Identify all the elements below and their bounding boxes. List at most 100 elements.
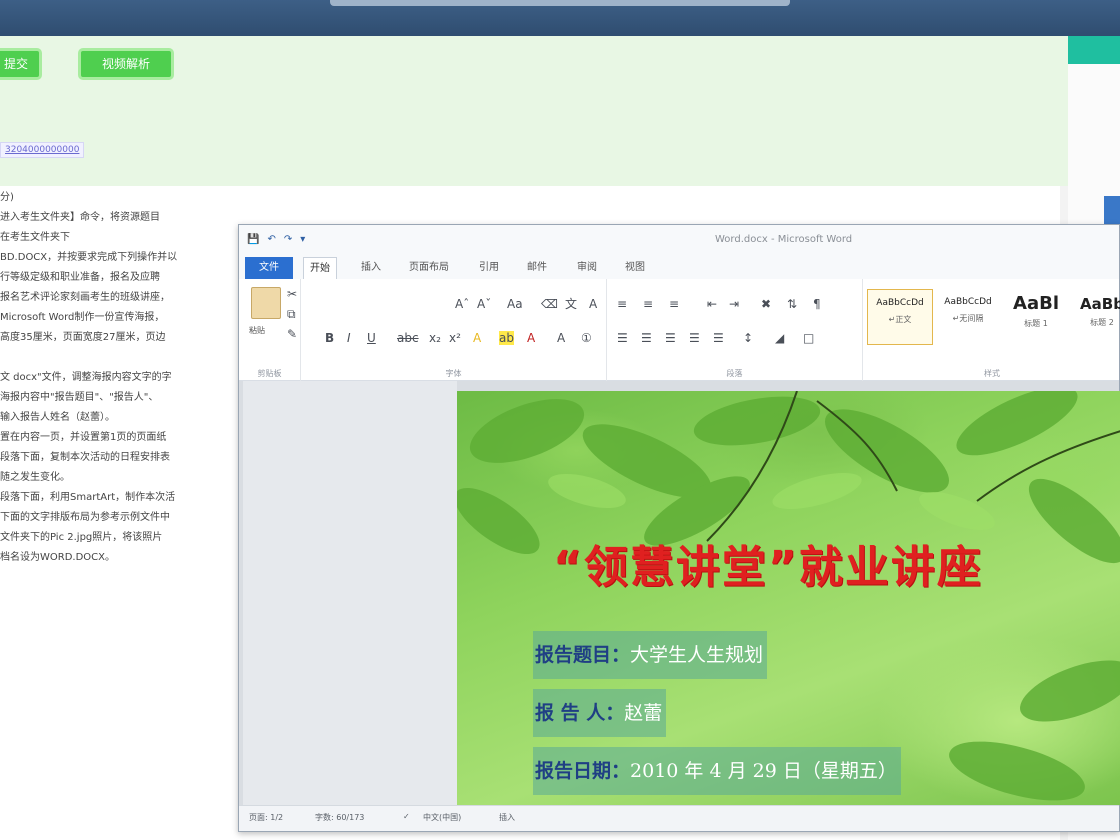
paste-icon[interactable] bbox=[251, 287, 281, 319]
style-sample: AaBbCcDd bbox=[876, 298, 924, 308]
ribbon-tab-bar: 文件 开始 插入 页面布局 引用 邮件 审阅 视图 bbox=[239, 255, 1119, 279]
style-sample: AaBb bbox=[1080, 295, 1120, 313]
navigation-margin bbox=[243, 381, 457, 805]
bold-icon[interactable]: B bbox=[325, 331, 334, 345]
multilevel-list-icon[interactable]: ≡ bbox=[669, 297, 679, 311]
subscript-icon[interactable]: x₂ bbox=[429, 331, 441, 345]
style-heading-2[interactable]: AaBb 标题 2 bbox=[1069, 289, 1120, 345]
document-page[interactable]: “领慧讲堂”就业讲座 报告题目：大学生人生规划 报 告 人：赵蕾 报告日期：20… bbox=[457, 391, 1120, 805]
side-panel-tab[interactable] bbox=[1104, 196, 1120, 224]
task-line: BD.DOCX，并按要求完成下列操作并以 bbox=[0, 252, 178, 263]
reporter-row: 报 告 人：赵蕾 bbox=[533, 689, 667, 737]
submit-button[interactable]: 提交 bbox=[0, 48, 42, 80]
poster-headline: “领慧讲堂”就业讲座 bbox=[553, 542, 983, 593]
increase-indent-icon[interactable]: ⇥ bbox=[729, 297, 739, 311]
tab-file[interactable]: 文件 bbox=[245, 257, 293, 279]
font-color-icon[interactable]: A bbox=[527, 331, 535, 345]
task-line: 段落下面，利用SmartArt，制作本次活 bbox=[0, 492, 176, 503]
style-heading-1[interactable]: AaBl 标题 1 bbox=[1003, 289, 1069, 345]
show-marks-icon[interactable]: ¶ bbox=[813, 297, 821, 311]
font-group: Aˆ Aˇ Aa ⌫ 文 A B I U abc x₂ x² A ab A A … bbox=[301, 279, 607, 381]
tab-view[interactable]: 视图 bbox=[619, 257, 651, 279]
highlight-icon[interactable]: ab bbox=[499, 331, 514, 345]
align-right-icon[interactable]: ☰ bbox=[665, 331, 676, 345]
shrink-font-icon[interactable]: Aˇ bbox=[477, 297, 491, 311]
task-line: 高度35厘米，页面宽度27厘米，页边 bbox=[0, 332, 166, 343]
format-painter-icon[interactable]: ✎ bbox=[287, 327, 297, 341]
paste-label: 粘贴 bbox=[249, 326, 265, 335]
shading-icon[interactable]: ◢ bbox=[775, 331, 784, 345]
chinese-layout-icon[interactable]: ✖ bbox=[761, 297, 771, 311]
align-center-icon[interactable]: ☰ bbox=[641, 331, 652, 345]
sort-icon[interactable]: ⇅ bbox=[787, 297, 797, 311]
style-sample: AaBbCcDd bbox=[944, 297, 992, 307]
justify-icon[interactable]: ☰ bbox=[689, 331, 700, 345]
proofing-icon[interactable]: ✓ bbox=[403, 812, 410, 821]
window-title: Word.docx - Microsoft Word bbox=[715, 234, 853, 245]
task-line: 报名艺术评论家刻画考生的班级讲座， bbox=[0, 292, 170, 303]
quick-access-toolbar: 💾 ↶ ↷ ▾ bbox=[247, 234, 305, 245]
tab-references[interactable]: 引用 bbox=[473, 257, 505, 279]
font-group-label: 字体 bbox=[445, 369, 462, 378]
decrease-indent-icon[interactable]: ⇤ bbox=[707, 297, 717, 311]
document-area: “领慧讲堂”就业讲座 报告题目：大学生人生规划 报 告 人：赵蕾 报告日期：20… bbox=[239, 381, 1120, 805]
align-left-icon[interactable]: ☰ bbox=[617, 331, 628, 345]
report-topic-value: 大学生人生规划 bbox=[630, 644, 764, 666]
status-page[interactable]: 页面: 1/2 bbox=[249, 812, 283, 823]
clear-format-icon[interactable]: ⌫ bbox=[541, 297, 558, 311]
style-name: 标题 1 bbox=[1024, 319, 1048, 328]
tab-mailings[interactable]: 邮件 bbox=[521, 257, 553, 279]
italic-icon[interactable]: I bbox=[347, 331, 351, 345]
status-insert-mode[interactable]: 插入 bbox=[499, 812, 515, 823]
styles-group: AaBbCcDd ↵正文 AaBbCcDd ↵无间隔 AaBl 标题 1 AaB… bbox=[863, 279, 1120, 381]
numbering-icon[interactable]: ≡ bbox=[643, 297, 653, 311]
clipboard-group: 粘贴 ✂ ⧉ ✎ 剪贴板 bbox=[239, 279, 301, 381]
change-case-icon[interactable]: Aa bbox=[507, 297, 523, 311]
reporter-value: 赵蕾 bbox=[624, 702, 663, 724]
report-date-value: 2010 年 4 月 29 日（星期五） bbox=[630, 760, 897, 782]
status-language[interactable]: 中文(中国) bbox=[423, 812, 461, 823]
task-line: 档名设为WORD.DOCX。 bbox=[0, 552, 115, 563]
task-line: 文 docx"文件，调整海报内容文字的字 bbox=[0, 372, 172, 383]
style-normal[interactable]: AaBbCcDd ↵正文 bbox=[867, 289, 933, 345]
bullets-icon[interactable]: ≡ bbox=[617, 297, 627, 311]
distributed-icon[interactable]: ☰ bbox=[713, 331, 724, 345]
customize-icon[interactable]: ▾ bbox=[300, 234, 305, 245]
line-spacing-icon[interactable]: ↕ bbox=[743, 331, 753, 345]
copy-icon[interactable]: ⧉ bbox=[287, 307, 296, 321]
task-line: 在考生文件夹下 bbox=[0, 232, 70, 243]
tab-home[interactable]: 开始 bbox=[303, 257, 337, 279]
superscript-icon[interactable]: x² bbox=[449, 331, 461, 345]
cut-icon[interactable]: ✂ bbox=[287, 287, 297, 301]
underline-icon[interactable]: U bbox=[367, 331, 376, 345]
desktop-top-bar bbox=[0, 0, 1120, 36]
styles-group-label: 样式 bbox=[984, 369, 1000, 378]
phonetic-icon[interactable]: 文 bbox=[565, 297, 577, 311]
leaf-background-art bbox=[457, 391, 1120, 801]
borders-icon[interactable]: □ bbox=[803, 331, 814, 345]
top-slot bbox=[330, 0, 790, 6]
style-no-spacing[interactable]: AaBbCcDd ↵无间隔 bbox=[935, 289, 1001, 345]
grow-font-icon[interactable]: Aˆ bbox=[455, 297, 469, 311]
report-date-row: 报告日期：2010 年 4 月 29 日（星期五） bbox=[533, 747, 901, 795]
tab-review[interactable]: 审阅 bbox=[571, 257, 603, 279]
task-instructions: 分) 进入考生文件夹】命令，将资源题目 在考生文件夹下 BD.DOCX，并按要求… bbox=[0, 188, 240, 568]
strikethrough-icon[interactable]: abc bbox=[397, 331, 419, 345]
char-shading-icon[interactable]: A bbox=[557, 331, 565, 345]
save-icon[interactable]: 💾 bbox=[247, 234, 259, 245]
exam-id-link[interactable]: 3204000000000 bbox=[0, 142, 85, 158]
enclose-char-icon[interactable]: ① bbox=[581, 331, 592, 345]
video-analysis-button[interactable]: 视频解析 bbox=[78, 48, 174, 80]
task-line: 下面的文字排版布局为参考示例文件中 bbox=[0, 512, 170, 523]
tab-insert[interactable]: 插入 bbox=[355, 257, 387, 279]
side-panel-header bbox=[1068, 36, 1120, 64]
undo-icon[interactable]: ↶ bbox=[267, 234, 275, 245]
task-line: 置在内容一页，并设置第1页的页面纸 bbox=[0, 432, 167, 443]
task-line bbox=[0, 348, 240, 368]
status-word-count[interactable]: 字数: 60/173 bbox=[315, 812, 364, 823]
char-border-icon[interactable]: A bbox=[589, 297, 597, 311]
tab-page-layout[interactable]: 页面布局 bbox=[403, 257, 455, 279]
text-effects-icon[interactable]: A bbox=[473, 331, 481, 345]
task-line: 行等级定级和职业准备，报名及应聘 bbox=[0, 272, 160, 283]
redo-icon[interactable]: ↷ bbox=[284, 234, 292, 245]
